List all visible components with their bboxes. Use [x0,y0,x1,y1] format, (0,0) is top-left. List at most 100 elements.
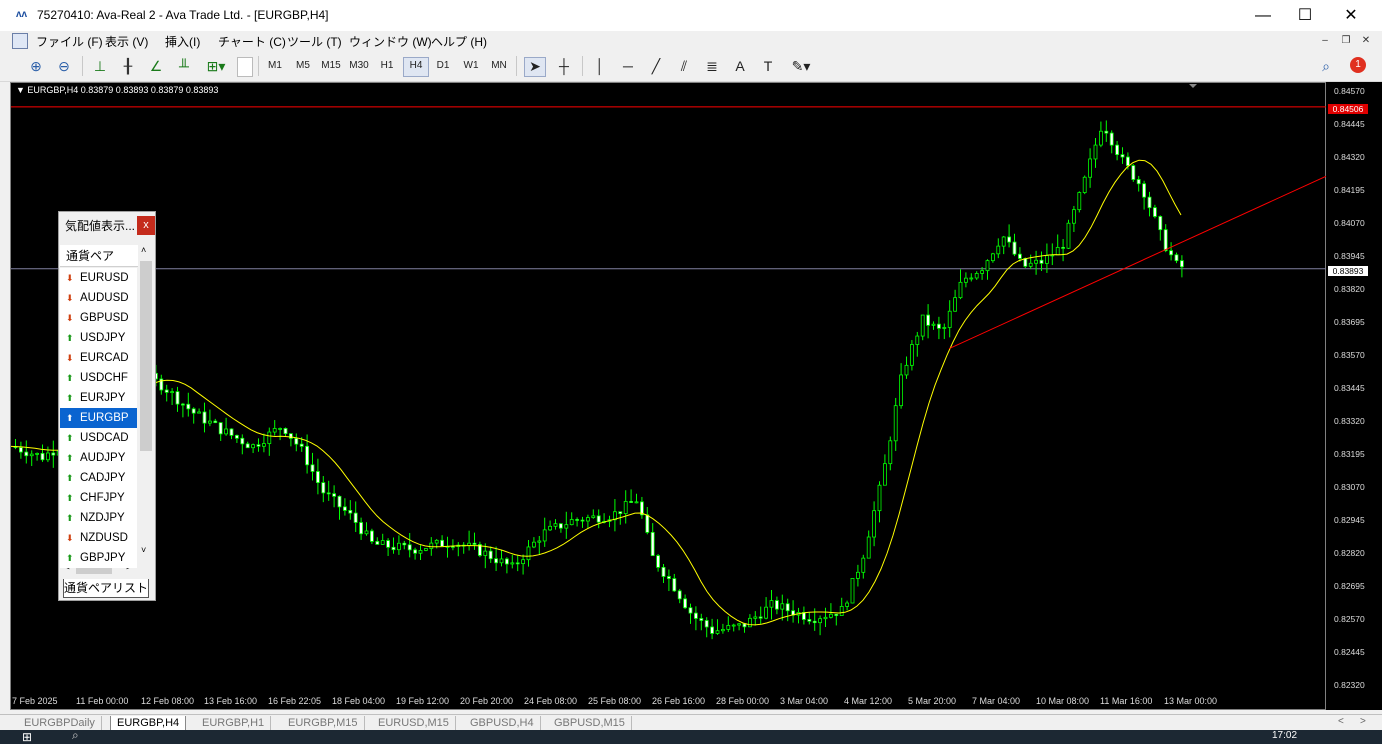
market-watch-close-button[interactable]: x [137,216,155,235]
symbol-row-chfjpy[interactable]: ⬆ CHFJPY [60,488,137,508]
symbol-row-cadjpy[interactable]: ⬆ CADJPY [60,468,137,488]
symbol-name: CADJPY [80,472,126,484]
notification-badge[interactable]: 1 [1350,57,1366,73]
search-icon[interactable]: ⌕ [1316,57,1336,75]
symbol-row-audjpy[interactable]: ⬆ AUDJPY [60,448,137,468]
symbol-row-nzdjpy[interactable]: ⬆ NZDJPY [60,508,137,528]
candle-body [807,619,812,622]
text-icon[interactable]: A [730,57,750,75]
line-chart-icon[interactable]: ∠ [146,57,166,75]
symbol-row-usdchf[interactable]: ⬆ USDCHF [60,368,137,388]
symbol-row-audusd[interactable]: ⬇ AUDUSD [60,288,137,308]
timeframe-d1[interactable]: D1 [432,57,454,75]
maximize-button[interactable]: ☐ [1282,0,1328,31]
candle-body [715,630,720,634]
chart-window-icon[interactable] [12,33,28,49]
menu-help[interactable]: ヘルプ (H) [431,33,487,50]
cursor-icon[interactable]: ➤ [524,57,546,77]
timeframe-m5[interactable]: M5 [292,57,314,75]
symbol-row-eurjpy[interactable]: ⬆ EURJPY [60,388,137,408]
candle-body [526,546,531,561]
candle-body [1126,156,1130,167]
minimize-button[interactable]: — [1240,0,1286,31]
candlestick-chart-icon[interactable]: ╂ [118,57,138,75]
close-button[interactable]: ✕ [1328,0,1374,31]
symbol-row-eurcad[interactable]: ⬇ EURCAD [60,348,137,368]
menu-view[interactable]: 表示 (V) [105,33,148,50]
crosshair-icon[interactable]: ┼ [554,57,574,75]
market-watch-scrollbar[interactable]: ˄ ˅ [139,245,153,561]
mdi-minimize-button[interactable]: – [1318,34,1332,48]
template-button[interactable] [237,57,253,77]
menu-file[interactable]: ファイル (F) [36,33,103,50]
candle-body [1158,216,1163,231]
symbol-row-eurgbp[interactable]: ⬆ EURGBP [60,408,137,428]
chart-tab[interactable]: EURGBP,M15 [282,716,365,730]
menu-chart[interactable]: チャート (C) [218,33,286,50]
chart-tab[interactable]: EURGBPDaily [18,716,102,730]
symbol-row-nzdusd[interactable]: ⬇ NZDUSD [60,528,137,548]
chart-tab[interactable]: EURGBP,H4 [110,716,187,731]
chart-tab[interactable]: EURUSD,M15 [372,716,456,730]
fibonacci-icon[interactable]: ≣ [702,57,722,75]
mdi-close-button[interactable]: ✕ [1359,34,1373,48]
down-arrow-icon: ⬇ [66,353,74,363]
tab-symbols-list[interactable]: 通貨ペアリスト [63,579,149,598]
mdi-restore-button[interactable]: ❐ [1339,34,1353,48]
chart-area[interactable] [10,82,1327,710]
chart-tab[interactable]: GBPUSD,H4 [464,716,541,730]
trendline-icon[interactable]: ╱ [646,57,666,75]
timeframe-h4[interactable]: H4 [403,57,429,77]
zoom-in-icon[interactable]: ⊕ [26,57,46,75]
scroll-down-icon[interactable]: ˅ [141,545,146,555]
price-scale-label: 0.82820 [1334,548,1365,558]
add-indicator-icon[interactable]: ⊞▾ [202,57,230,75]
price-scale-label: 0.83195 [1334,449,1365,459]
candle-body [996,245,1001,255]
candle-body [251,444,256,449]
symbol-row-eurusd[interactable]: ⬇ EURUSD [60,268,137,288]
candle-body [380,540,385,545]
symbol-row-gbpjpy[interactable]: ⬆ GBPJPY [60,548,137,568]
chart-tab[interactable]: EURGBP,H1 [196,716,272,730]
zoom-out-icon[interactable]: ⊖ [54,57,74,75]
bar-chart-icon[interactable]: ⊥ [90,57,110,75]
menu-insert[interactable]: 挿入(I) [165,33,200,50]
timeframe-m15[interactable]: M15 [318,57,344,75]
candle-body [861,557,866,573]
arrows-icon[interactable]: ✎▾ [786,57,816,75]
start-icon[interactable]: ⊞ [22,730,32,744]
tab-scroll-left-icon[interactable]: < [1338,716,1344,727]
chart-tab[interactable]: GBPUSD,M15 [548,716,632,730]
candle-body [1093,144,1098,160]
timeframe-m30[interactable]: M30 [346,57,372,75]
time-axis-label: 5 Mar 20:00 [908,696,957,706]
tab-scroll-right-icon[interactable]: > [1360,716,1366,727]
candle-body [580,519,585,522]
candle-body [1136,179,1141,185]
menu-window[interactable]: ウィンドウ (W) [349,33,432,50]
timeframe-h1[interactable]: H1 [376,57,398,75]
candle-body [888,440,893,465]
vertical-line-icon[interactable]: │ [590,57,610,75]
candle-body [1131,165,1136,180]
timeframe-mn[interactable]: MN [487,57,511,75]
price-scale-label: 0.84195 [1334,185,1365,195]
symbol-row-usdcad[interactable]: ⬆ USDCAD [60,428,137,448]
text-label-icon[interactable]: T [758,57,778,75]
menu-tools[interactable]: ツール (T) [287,33,342,50]
scroll-up-icon[interactable]: ˄ [141,245,146,255]
current-price-tag: 0.83893 [1328,266,1368,276]
candle-body [958,281,963,299]
timeframe-w1[interactable]: W1 [460,57,482,75]
symbol-row-usdjpy[interactable]: ⬆ USDJPY [60,328,137,348]
symbol-row-gbpusd[interactable]: ⬇ GBPUSD [60,308,137,328]
symbol-column-header[interactable]: 通貨ペア [60,245,138,267]
horizontal-line-icon[interactable]: ─ [618,57,638,75]
down-arrow-icon: ⬇ [66,293,74,303]
scroll-thumb[interactable] [140,261,152,451]
taskbar-search-icon[interactable]: ⌕ [72,730,79,743]
timeframe-m1[interactable]: M1 [264,57,286,75]
equidistant-channel-icon[interactable]: ⫽ [674,57,694,75]
auto-scroll-icon[interactable]: ╨ [174,57,194,75]
